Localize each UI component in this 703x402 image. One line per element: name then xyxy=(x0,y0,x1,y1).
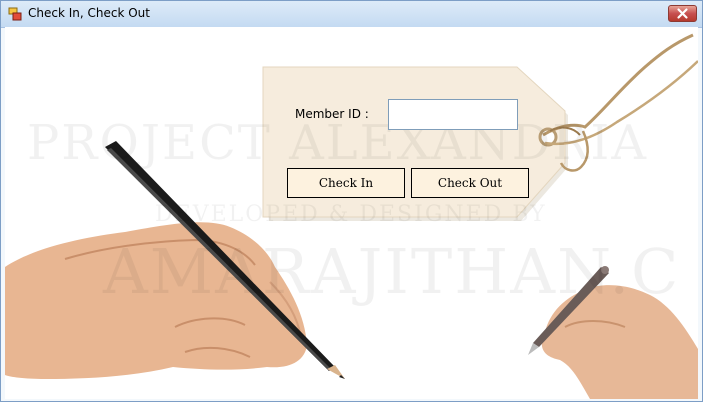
watermark-line-3: AMARAJITHAN.C xyxy=(103,235,681,308)
close-icon xyxy=(677,8,688,19)
close-button[interactable] xyxy=(668,5,697,22)
app-window-icon xyxy=(8,7,22,21)
app-window: Check In, Check Out PROJECT ALEXANDRIA D… xyxy=(0,0,703,402)
watermark-line-1: PROJECT ALEXANDRIA xyxy=(27,115,649,171)
window-title: Check In, Check Out xyxy=(28,6,150,20)
member-id-label: Member ID : xyxy=(295,107,369,121)
watermark-line-2: DEVELOPED & DESIGNED BY xyxy=(155,202,547,227)
client-area: PROJECT ALEXANDRIA DEVELOPED & DESIGNED … xyxy=(5,27,698,399)
title-bar[interactable]: Check In, Check Out xyxy=(1,1,702,28)
check-in-button[interactable]: Check In xyxy=(287,168,405,198)
check-out-button[interactable]: Check Out xyxy=(411,168,529,198)
member-id-input[interactable] xyxy=(388,99,518,130)
